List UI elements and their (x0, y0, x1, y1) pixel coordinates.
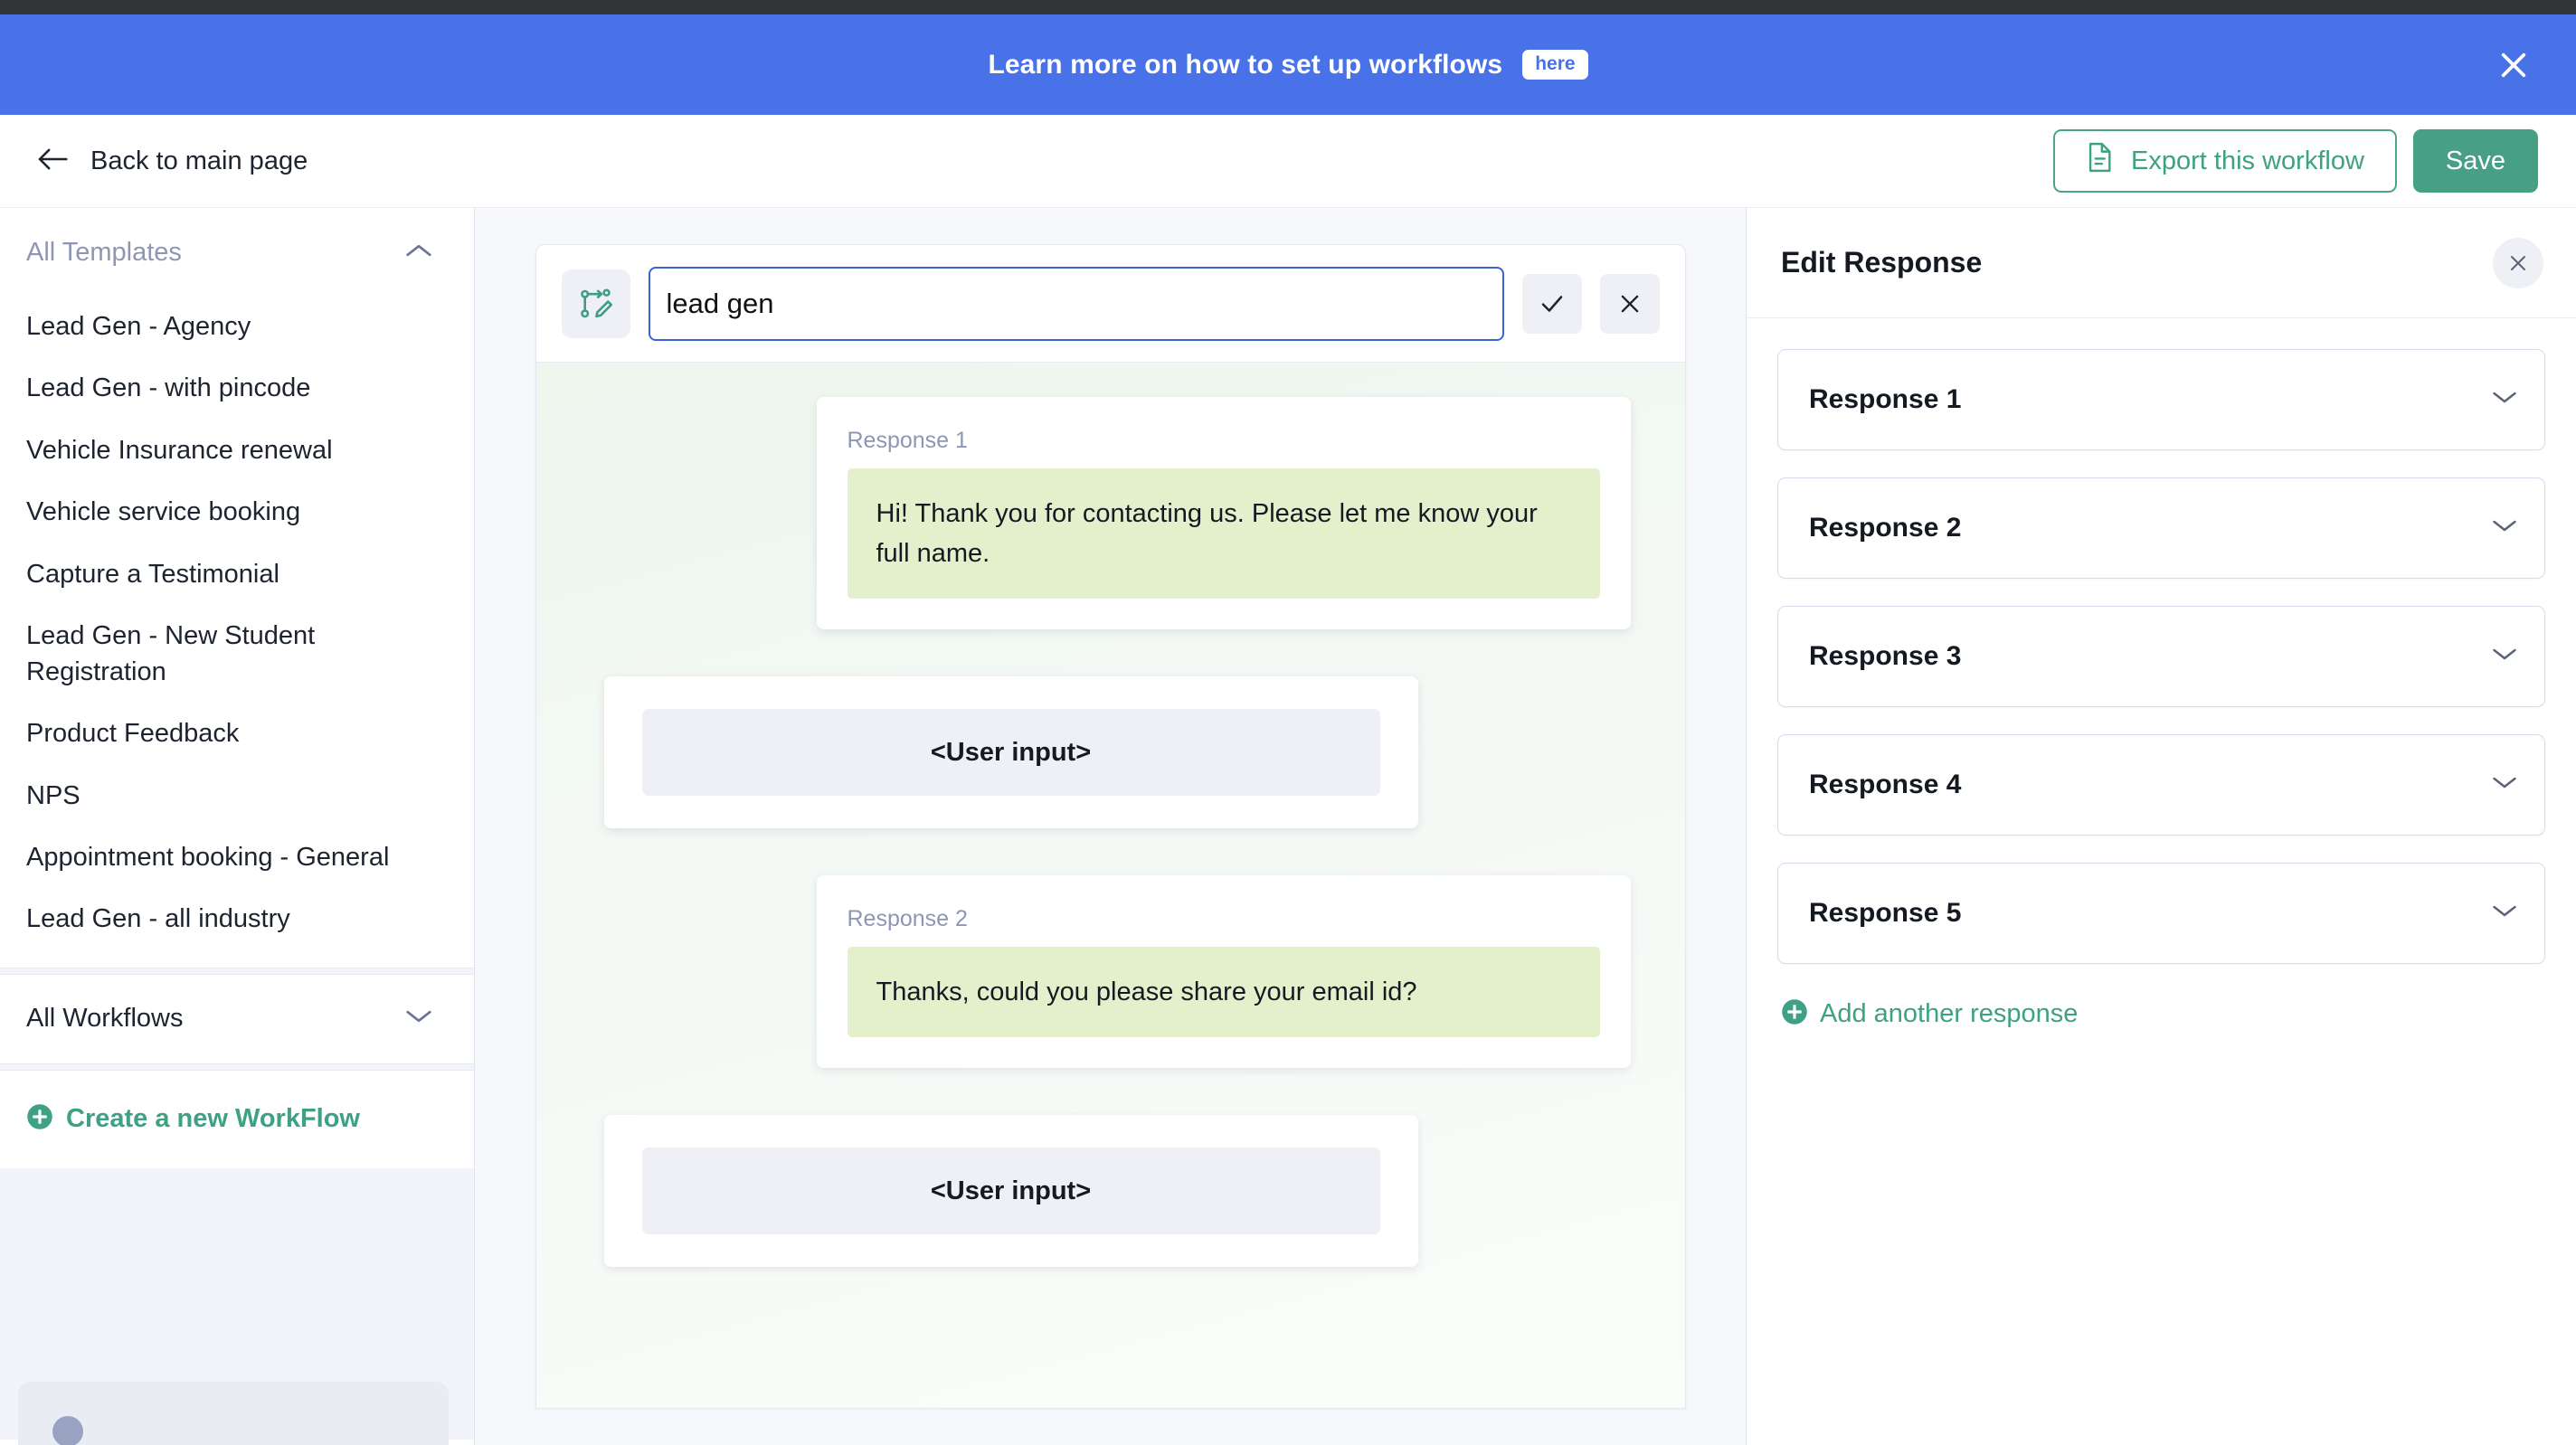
browser-chrome-strip (0, 0, 2576, 14)
back-to-main-page-label: Back to main page (90, 146, 308, 175)
user-input-placeholder: <User input> (641, 1148, 1380, 1235)
sidebar-item-lead-gen-agency[interactable]: Lead Gen - Agency (0, 297, 474, 358)
sidebar-section-all-templates[interactable]: All Templates (0, 208, 474, 297)
plus-circle-icon (26, 1103, 53, 1135)
workflow-canvas-card: Response 1 Hi! Thank you for contacting … (535, 244, 1686, 1409)
sidebar-bottom-card[interactable] (18, 1382, 449, 1445)
save-button[interactable]: Save (2412, 129, 2538, 193)
user-input-placeholder: <User input> (641, 709, 1380, 797)
edit-response-panel: Edit Response Response 1 Response 2 Resp… (1746, 208, 2576, 1445)
sidebar-item-vehicle-service-booking[interactable]: Vehicle service booking (0, 482, 474, 543)
edit-response-header: Edit Response (1747, 208, 2576, 318)
response-accordion-2[interactable]: Response 2 (1777, 477, 2545, 579)
app-toolbar: Back to main page Export this workflow S… (0, 115, 2576, 208)
sidebar-section-all-workflows-block: All Workflows (0, 974, 474, 1063)
banner-here-link[interactable]: here (1522, 50, 1588, 80)
avatar (52, 1416, 83, 1445)
response-accordion-1[interactable]: Response 1 (1777, 349, 2545, 450)
chevron-down-icon[interactable] (2492, 518, 2517, 538)
template-label: Lead Gen - with pincode (26, 373, 311, 403)
node-label: Response 1 (847, 428, 968, 453)
workflow-flow-area: Response 1 Hi! Thank you for contacting … (535, 363, 1685, 1408)
workflow-canvas-column: Response 1 Hi! Thank you for contacting … (475, 208, 1746, 1445)
announcement-banner: Learn more on how to set up workflows he… (0, 14, 2576, 115)
user-input-node[interactable]: <User input> (603, 676, 1418, 829)
response-accordion-label: Response 2 (1809, 513, 1962, 543)
sidebar-item-appointment-booking-general[interactable]: Appointment booking - General (0, 827, 474, 889)
check-icon[interactable] (1521, 273, 1582, 334)
close-icon[interactable] (2493, 237, 2543, 288)
close-icon[interactable] (2493, 44, 2534, 86)
sidebar-divider (0, 967, 474, 975)
node-message-text: Thanks, could you please share your emai… (847, 947, 1600, 1038)
export-workflow-button[interactable]: Export this workflow (2053, 129, 2397, 193)
template-label: Capture a Testimonial (26, 559, 279, 589)
template-label: Vehicle service booking (26, 497, 301, 527)
sidebar-item-vehicle-insurance-renewal[interactable]: Vehicle Insurance renewal (0, 420, 474, 482)
template-label: Product Feedback (26, 719, 240, 749)
template-label: NPS (26, 780, 80, 810)
sidebar-divider-2 (0, 1062, 474, 1071)
template-label: Lead Gen - New Student Registration (26, 621, 316, 686)
export-workflow-label: Export this workflow (2131, 146, 2364, 175)
sidebar-item-product-feedback[interactable]: Product Feedback (0, 704, 474, 765)
add-another-response-label: Add another response (1820, 999, 2079, 1028)
node-message-text: Hi! Thank you for contacting us. Please … (847, 468, 1600, 600)
sidebar-section-all-workflows[interactable]: All Workflows (0, 975, 474, 1063)
add-another-response-button[interactable]: Add another response (1777, 991, 2545, 1030)
edit-response-body: Response 1 Response 2 Response 3 Respons… (1747, 318, 2576, 1030)
document-icon (2086, 142, 2113, 180)
cancel-icon[interactable] (1599, 273, 1660, 334)
all-templates-label: All Templates (26, 237, 182, 267)
chevron-down-icon[interactable] (2492, 390, 2517, 410)
response-accordion-label: Response 3 (1809, 641, 1962, 671)
response-accordion-5[interactable]: Response 5 (1777, 863, 2545, 964)
node-label: Response 2 (847, 906, 968, 932)
create-new-workflow-button[interactable]: Create a new WorkFlow (0, 1071, 474, 1168)
create-new-workflow-label: Create a new WorkFlow (66, 1104, 360, 1134)
chevron-down-icon[interactable] (2492, 647, 2517, 666)
all-workflows-label: All Workflows (26, 1004, 184, 1034)
workflow-title-row (535, 245, 1685, 363)
sidebar-item-lead-gen-with-pincode[interactable]: Lead Gen - with pincode (0, 358, 474, 420)
plus-circle-icon (1781, 998, 1808, 1030)
bot-response-node[interactable]: Response 1 Hi! Thank you for contacting … (816, 397, 1631, 630)
bot-response-node[interactable]: Response 2 Thanks, could you please shar… (816, 875, 1631, 1069)
page-title: Edit Response (1781, 246, 1983, 279)
template-label: Lead Gen - Agency (26, 312, 251, 341)
chevron-down-icon[interactable] (2492, 775, 2517, 795)
response-accordion-label: Response 5 (1809, 898, 1962, 928)
response-accordion-3[interactable]: Response 3 (1777, 606, 2545, 707)
template-label: Lead Gen - all industry (26, 904, 290, 934)
template-label: Appointment booking - General (26, 842, 390, 872)
chevron-down-icon[interactable] (405, 1008, 432, 1029)
chevron-up-icon[interactable] (405, 242, 432, 263)
banner-text: Learn more on how to set up workflows (988, 49, 1503, 80)
response-accordion-label: Response 1 (1809, 384, 1962, 414)
template-list: Lead Gen - Agency Lead Gen - with pincod… (0, 297, 474, 968)
template-label: Vehicle Insurance renewal (26, 435, 333, 465)
sidebar-item-lead-gen-new-student-registration[interactable]: Lead Gen - New Student Registration (0, 606, 474, 704)
main-shell: All Templates Lead Gen - Agency Lead Gen… (0, 208, 2576, 1445)
sidebar-item-lead-gen-all-industry[interactable]: Lead Gen - all industry (0, 889, 474, 950)
sidebar: All Templates Lead Gen - Agency Lead Gen… (0, 208, 475, 1445)
arrow-left-icon (36, 146, 69, 176)
back-to-main-page-button[interactable]: Back to main page (36, 146, 308, 176)
response-accordion-label: Response 4 (1809, 770, 1962, 799)
workflow-name-input[interactable] (648, 266, 1504, 341)
workflow-edit-icon[interactable] (561, 269, 630, 338)
chevron-down-icon[interactable] (2492, 903, 2517, 923)
response-accordion-4[interactable]: Response 4 (1777, 734, 2545, 836)
sidebar-create-block: Create a new WorkFlow (0, 1070, 474, 1168)
user-input-node[interactable]: <User input> (603, 1115, 1418, 1268)
sidebar-item-nps[interactable]: NPS (0, 766, 474, 827)
sidebar-item-capture-a-testimonial[interactable]: Capture a Testimonial (0, 544, 474, 606)
save-label: Save (2445, 146, 2505, 175)
